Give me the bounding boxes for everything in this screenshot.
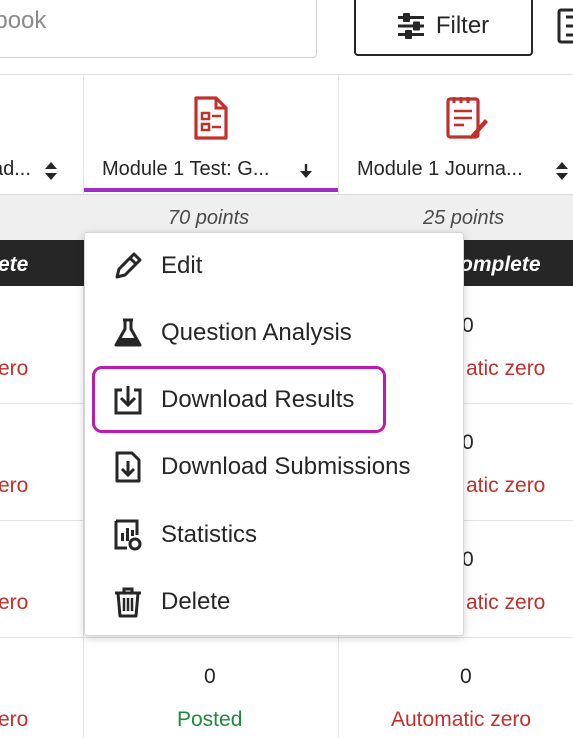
column-header-2[interactable]: Module 1 Journa... (357, 158, 523, 181)
menu-item-label: Edit (161, 252, 203, 279)
grade-status: Automatic zero (391, 708, 532, 731)
sort-icon[interactable] (44, 161, 58, 181)
menu-item-label: Question Analysis (161, 319, 352, 346)
column-completion-status: ete (0, 253, 29, 276)
grade-value[interactable]: 0 (460, 665, 472, 689)
menu-item-delete[interactable]: Delete (85, 572, 463, 632)
grid-view-icon[interactable] (557, 8, 573, 44)
grade-value: 0 (204, 665, 216, 688)
sort-descending-icon[interactable] (299, 163, 313, 179)
filter-sliders-icon (397, 13, 424, 39)
pencil-icon (115, 252, 142, 279)
sort-icon[interactable] (555, 161, 569, 181)
grade-status: Posted (177, 708, 243, 731)
trash-icon (115, 587, 141, 618)
menu-item-edit[interactable]: Edit (85, 236, 463, 296)
column-context-menu: Edit Question Analysis Download Results … (84, 232, 464, 636)
column-completion-status: omplete (460, 253, 541, 276)
column-title: Module 1 Test: G... (102, 158, 270, 180)
active-column-indicator (84, 188, 338, 192)
menu-item-statistics[interactable]: Statistics (85, 505, 463, 565)
grade-cell[interactable]: 0 Posted (84, 638, 338, 738)
filter-label: Filter (435, 12, 490, 39)
download-document-icon (115, 451, 141, 483)
flask-icon (114, 318, 142, 347)
filter-button[interactable]: Filter (354, 0, 533, 56)
column-title: Module 1 Journa... (357, 158, 523, 180)
download-results-highlight (92, 366, 386, 433)
column-points: 25 points (423, 207, 505, 229)
column-points: 70 points (168, 207, 250, 229)
menu-item-download-submissions[interactable]: Download Submissions (85, 437, 463, 497)
grade-status: ero (0, 591, 29, 614)
menu-item-label: Statistics (161, 521, 258, 548)
column-header-0[interactable]: ad... (0, 158, 31, 181)
test-document-icon (194, 96, 228, 140)
grade-status: atic zero (466, 357, 546, 380)
menu-item-label: Download Submissions (161, 453, 411, 480)
journal-icon (446, 97, 488, 139)
menu-item-label: Delete (161, 588, 231, 615)
column-header-1[interactable]: Module 1 Test: G... (102, 158, 270, 181)
grade-status: ero (0, 357, 29, 380)
search-input-text: ebook (0, 7, 47, 34)
menu-item-question-analysis[interactable]: Question Analysis (85, 303, 463, 363)
grade-status: atic zero (466, 591, 546, 614)
grade-status: atic zero (466, 474, 546, 497)
grade-status: ero (0, 474, 29, 497)
column-title: ad... (0, 158, 31, 180)
grade-status: ero (0, 708, 29, 731)
header-divider (0, 74, 573, 75)
statistics-icon (114, 519, 142, 551)
search-input[interactable]: ebook (0, 0, 317, 58)
